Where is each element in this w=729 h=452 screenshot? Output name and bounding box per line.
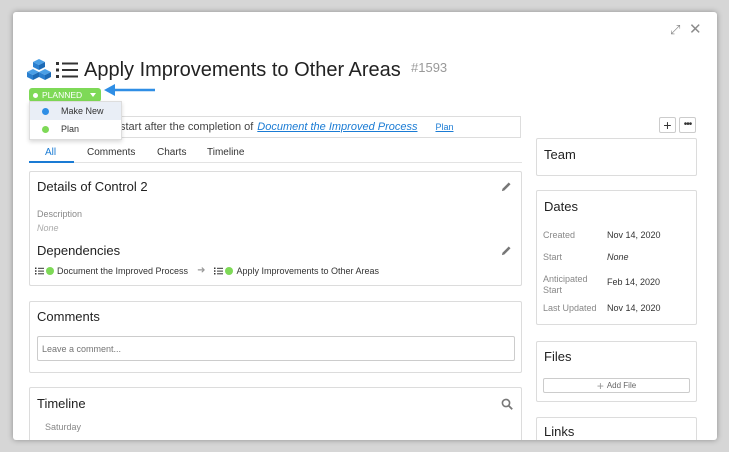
pencil-icon[interactable] [501, 245, 512, 256]
details-card: Details of Control 2 Description None De… [29, 171, 522, 286]
details-title: Details of Control 2 [37, 179, 148, 194]
timeline-title: Timeline [37, 396, 86, 411]
issue-id: #1593 [411, 60, 448, 75]
more-button[interactable]: ••• [679, 117, 696, 133]
arrow-right-icon: ➜ [197, 265, 206, 276]
files-card: Files + Add File [536, 341, 697, 402]
created-value: Nov 14, 2020 [607, 230, 661, 240]
tab-comments[interactable]: Comments [87, 147, 135, 158]
plus-icon: + [663, 117, 672, 133]
tab-bar: All Comments Charts Timeline [29, 143, 522, 163]
page-title[interactable]: Apply Improvements to Other Areas [84, 59, 401, 82]
arrow-left-icon [104, 84, 155, 96]
dependency-from[interactable]: Document the Improved Process [57, 266, 188, 276]
last-updated-label: Last Updated [543, 303, 597, 313]
start-label: Start [543, 252, 563, 262]
created-label: Created [543, 230, 576, 240]
comment-input[interactable] [37, 336, 515, 361]
pencil-icon[interactable] [501, 181, 512, 192]
close-icon[interactable]: ✕ [689, 22, 702, 37]
tab-charts[interactable]: Charts [157, 147, 186, 158]
status-dot [225, 266, 234, 275]
status-dot-green [42, 125, 49, 133]
add-button[interactable]: + [659, 117, 676, 133]
chevron-down-icon [90, 93, 96, 97]
list-icon [56, 62, 78, 78]
status-menu: Make New Plan [29, 101, 122, 140]
title-row: Apply Improvements to Other Areas [27, 56, 401, 84]
add-file-button[interactable]: + Add File [543, 378, 690, 393]
anticipated-start-value[interactable]: Feb 14, 2020 [607, 277, 660, 287]
status-dot [46, 266, 54, 275]
status-dot-blue [42, 107, 49, 115]
links-card: Links [536, 417, 697, 440]
status-option-make-new[interactable]: Make New [30, 102, 121, 120]
plan-link[interactable]: Plan [435, 122, 453, 132]
active-tab-indicator [29, 161, 74, 163]
add-file-label: Add File [606, 381, 637, 390]
links-title: Links [544, 424, 575, 439]
search-icon[interactable] [501, 398, 513, 410]
anticipated-start-label: Anticipated Start [543, 274, 588, 295]
team-card: Team [536, 138, 697, 176]
tab-all[interactable]: All [45, 147, 56, 158]
status-option-label: Make New [61, 106, 104, 116]
tab-timeline[interactable]: Timeline [207, 147, 244, 158]
more-icon: ••• [683, 119, 692, 130]
dates-title: Dates [544, 199, 578, 214]
dependencies-title: Dependencies [37, 243, 121, 258]
timeline-day: Saturday [45, 422, 82, 432]
list-icon [214, 267, 224, 274]
dependency-chain: Document the Improved Process ➜ Apply Im… [35, 265, 379, 276]
files-title: Files [544, 349, 572, 364]
expand-icon[interactable]: ⤢ [670, 23, 680, 37]
last-updated-value: Nov 14, 2020 [607, 303, 661, 313]
status-dropdown[interactable]: PLANNED [29, 88, 101, 102]
list-icon [35, 267, 44, 274]
status-dot [33, 92, 38, 98]
dependency-to[interactable]: Apply Improvements to Other Areas [236, 266, 379, 276]
description-value[interactable]: None [37, 223, 59, 233]
blocks-icon [27, 59, 51, 80]
plus-icon: + [596, 378, 604, 393]
timeline-card: Timeline Saturday [29, 387, 522, 440]
comments-title: Comments [37, 309, 100, 324]
team-title: Team [544, 147, 576, 162]
dependency-text: start after the completion of [120, 121, 254, 133]
comments-card: Comments [29, 301, 522, 373]
issue-window: ⤢ ✕ Apply Improvements to Other Areas #1… [13, 12, 717, 440]
dependency-link[interactable]: Document the Improved Process [257, 121, 417, 133]
description-label: Description [37, 209, 83, 219]
status-option-label: Plan [61, 124, 80, 134]
dates-card: Dates Created Nov 14, 2020 Start None An… [536, 190, 697, 325]
start-value[interactable]: None [607, 252, 629, 262]
status-label: PLANNED [42, 90, 83, 100]
status-option-plan[interactable]: Plan [30, 120, 121, 138]
